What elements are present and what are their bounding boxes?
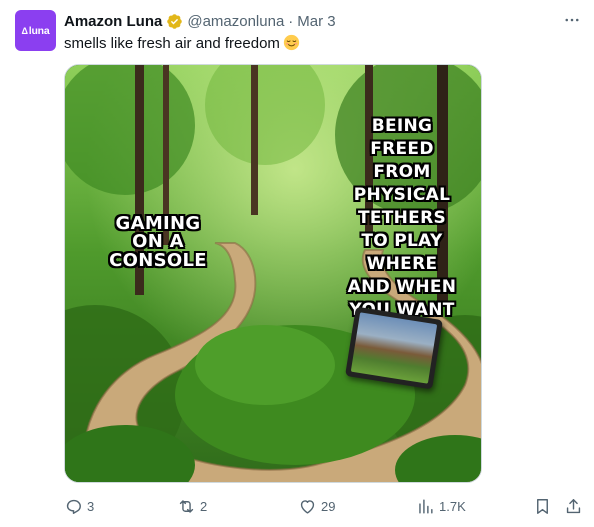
tweet[interactable]: Δluna Amazon Luna @amazonluna · Mar 3 sm… [0, 0, 594, 527]
bookmark-icon [537, 498, 548, 514]
more-options-icon[interactable] [561, 10, 583, 30]
verified-badge-icon [166, 13, 183, 30]
like-button[interactable]: 29 [298, 494, 335, 518]
display-name[interactable]: Amazon Luna [64, 13, 162, 30]
avatar-text: luna [28, 24, 50, 37]
tweet-header: Amazon Luna @amazonluna · Mar 3 [64, 11, 336, 31]
meme-caption-left: GAMING ON A CONSOLE [109, 213, 207, 271]
views-button[interactable]: 1.7K [416, 494, 466, 518]
luna-logo-icon: Δ [21, 25, 28, 36]
reply-button[interactable]: 3 [64, 494, 94, 518]
tweet-image[interactable]: GAMING ON A CONSOLE BEING FREED FROM PHY… [64, 64, 482, 483]
reply-icon [66, 499, 81, 514]
tweet-text: smells like fresh air and freedom [64, 34, 300, 54]
meme-caption-right: BEING FREED FROM PHYSICAL TETHERS TO PLA… [347, 116, 457, 320]
views-count: 1.7K [439, 498, 466, 514]
handle[interactable]: @amazonluna [187, 13, 284, 30]
separator: · [288, 12, 294, 30]
bookmark-button[interactable] [533, 494, 556, 518]
timestamp[interactable]: Mar 3 [297, 13, 335, 30]
relieved-face-emoji-icon [283, 34, 300, 51]
tweet-text-content: smells like fresh air and freedom [64, 35, 280, 52]
reply-count: 3 [87, 498, 95, 514]
tablet-device-image [345, 306, 443, 390]
repost-button[interactable]: 2 [177, 494, 207, 518]
like-count: 29 [321, 498, 336, 514]
avatar[interactable]: Δluna [15, 10, 56, 51]
action-bar: 3 2 29 1.7K [64, 494, 583, 518]
views-chart-icon [419, 498, 433, 514]
share-button[interactable] [564, 494, 587, 518]
repost-icon [179, 499, 194, 513]
heart-icon [300, 499, 315, 514]
repost-count: 2 [200, 498, 208, 514]
tablet-screen [350, 312, 438, 384]
share-icon [566, 498, 581, 513]
